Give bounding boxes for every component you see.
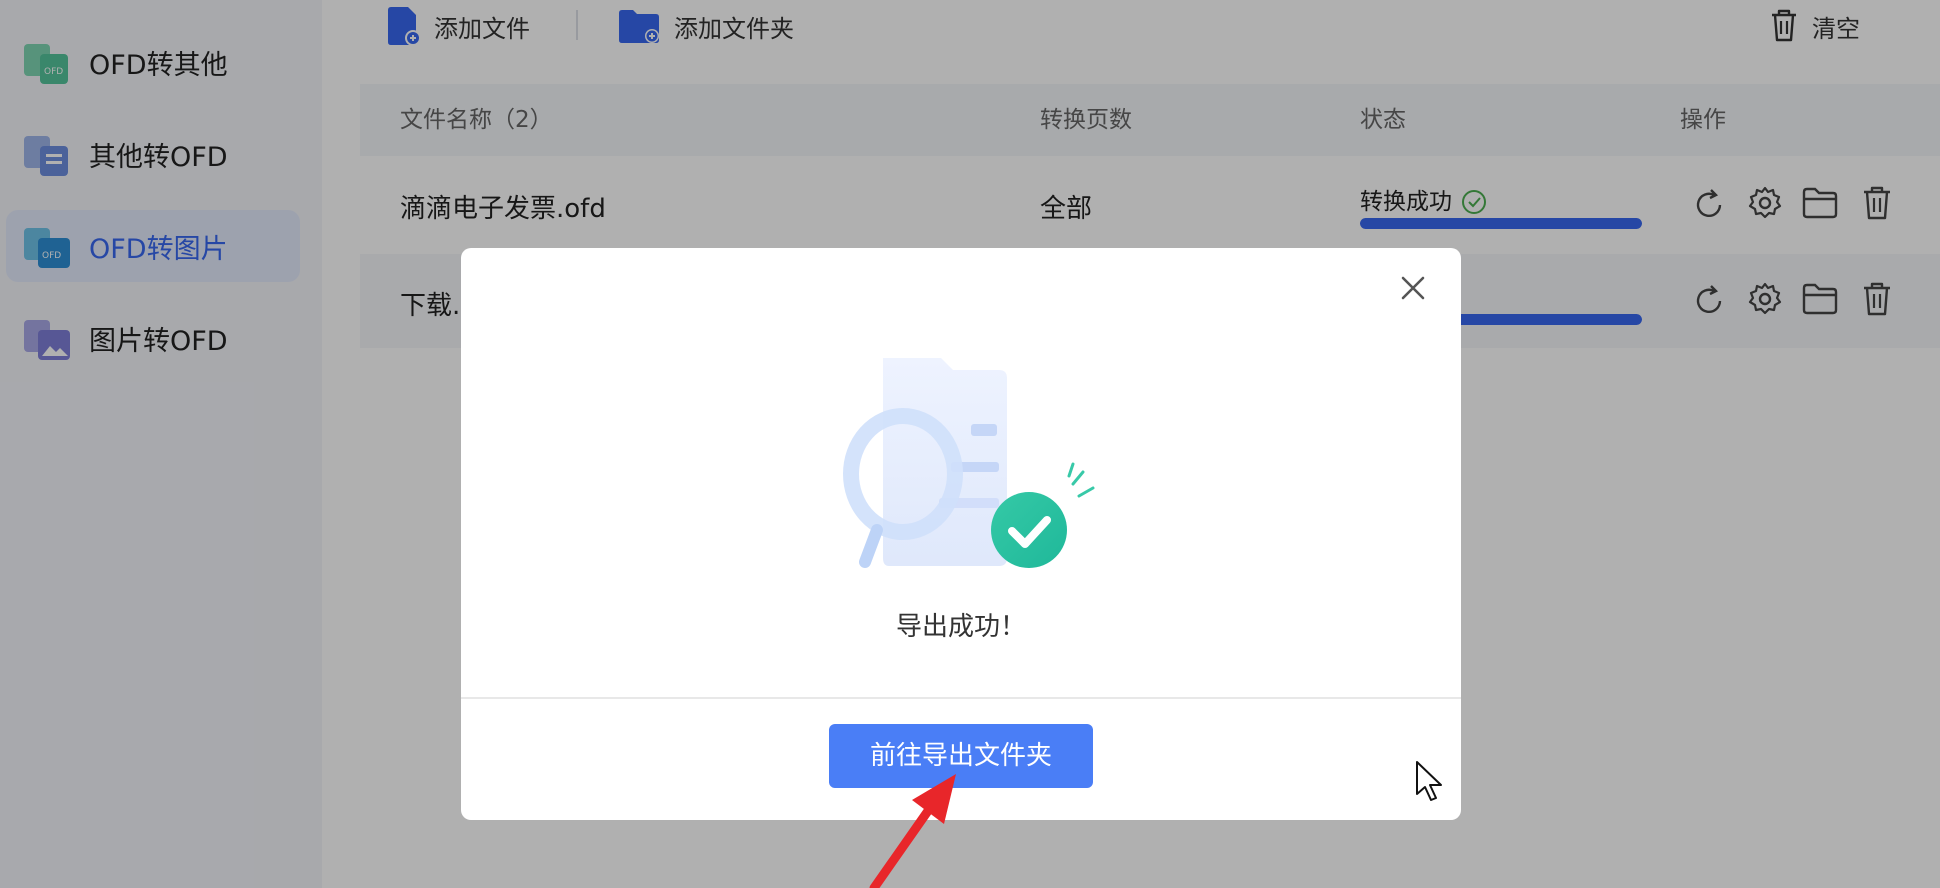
modal-divider	[461, 697, 1461, 699]
export-success-illustration	[843, 358, 1095, 568]
export-success-message: 导出成功！	[895, 612, 1026, 642]
close-icon[interactable]	[1395, 270, 1431, 306]
export-success-dialog: 导出成功！ 前往导出文件夹	[461, 248, 1461, 820]
annotation-arrow-icon	[869, 774, 956, 888]
mouse-cursor-icon	[1416, 761, 1442, 801]
